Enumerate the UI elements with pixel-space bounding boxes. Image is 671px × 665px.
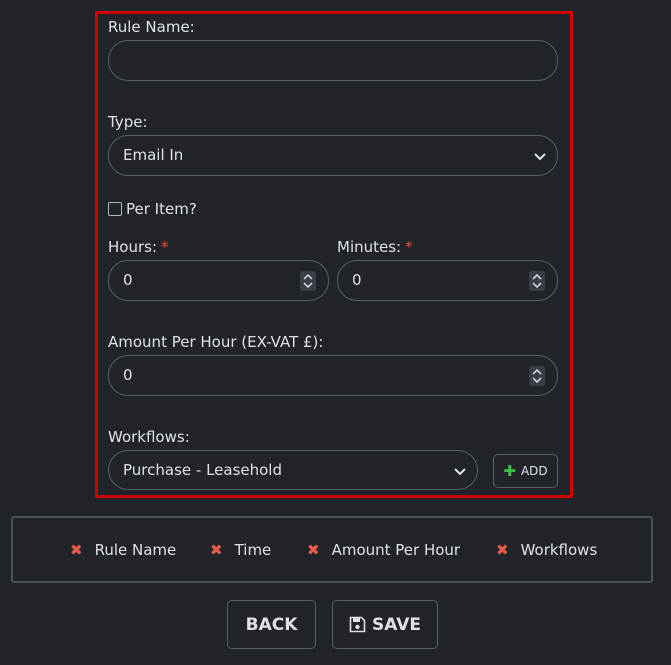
error-x-icon: ✖ [307, 541, 320, 559]
floppy-disk-icon [349, 616, 366, 633]
error-x-icon: ✖ [210, 541, 223, 559]
hours-input[interactable]: 0 [108, 260, 329, 301]
chevron-down-icon [454, 468, 466, 476]
type-select[interactable]: Email In [108, 135, 558, 176]
hours-label: Hours: * [108, 238, 169, 256]
rule-name-input[interactable] [108, 40, 558, 81]
minutes-input[interactable]: 0 [337, 260, 558, 301]
minutes-label: Minutes: * [337, 238, 413, 256]
error-x-icon: ✖ [496, 541, 509, 559]
chevron-down-icon [534, 153, 546, 161]
stepper-icon[interactable] [300, 271, 316, 291]
error-x-icon: ✖ [70, 541, 83, 559]
required-marker: * [161, 238, 169, 256]
workflows-label: Workflows: [108, 428, 190, 446]
validation-summary: ✖ Rule Name ✖ Time ✖ Amount Per Hour ✖ W… [11, 516, 653, 583]
amount-input[interactable]: 0 [108, 355, 558, 396]
type-selected-value: Email In [123, 146, 184, 164]
back-button[interactable]: BACK [227, 600, 316, 649]
save-button[interactable]: SAVE [332, 600, 438, 649]
stepper-icon[interactable] [529, 271, 545, 291]
add-workflow-button[interactable]: ✚ ADD [493, 454, 558, 488]
type-label: Type: [108, 113, 148, 131]
validation-item: ✖ Rule Name [70, 541, 177, 559]
plus-icon: ✚ [503, 462, 516, 480]
workflows-select[interactable]: Purchase - Leasehold [108, 450, 478, 490]
validation-item: ✖ Amount Per Hour [307, 541, 461, 559]
required-marker: * [405, 238, 413, 256]
amount-label: Amount Per Hour (EX-VAT £): [108, 333, 324, 351]
validation-item: ✖ Workflows [496, 541, 598, 559]
per-item-label: Per Item? [126, 200, 197, 218]
validation-item: ✖ Time [210, 541, 272, 559]
workflows-selected-value: Purchase - Leasehold [123, 461, 282, 479]
rule-name-label: Rule Name: [108, 18, 195, 36]
stepper-icon[interactable] [529, 366, 545, 386]
per-item-checkbox[interactable] [108, 202, 122, 216]
